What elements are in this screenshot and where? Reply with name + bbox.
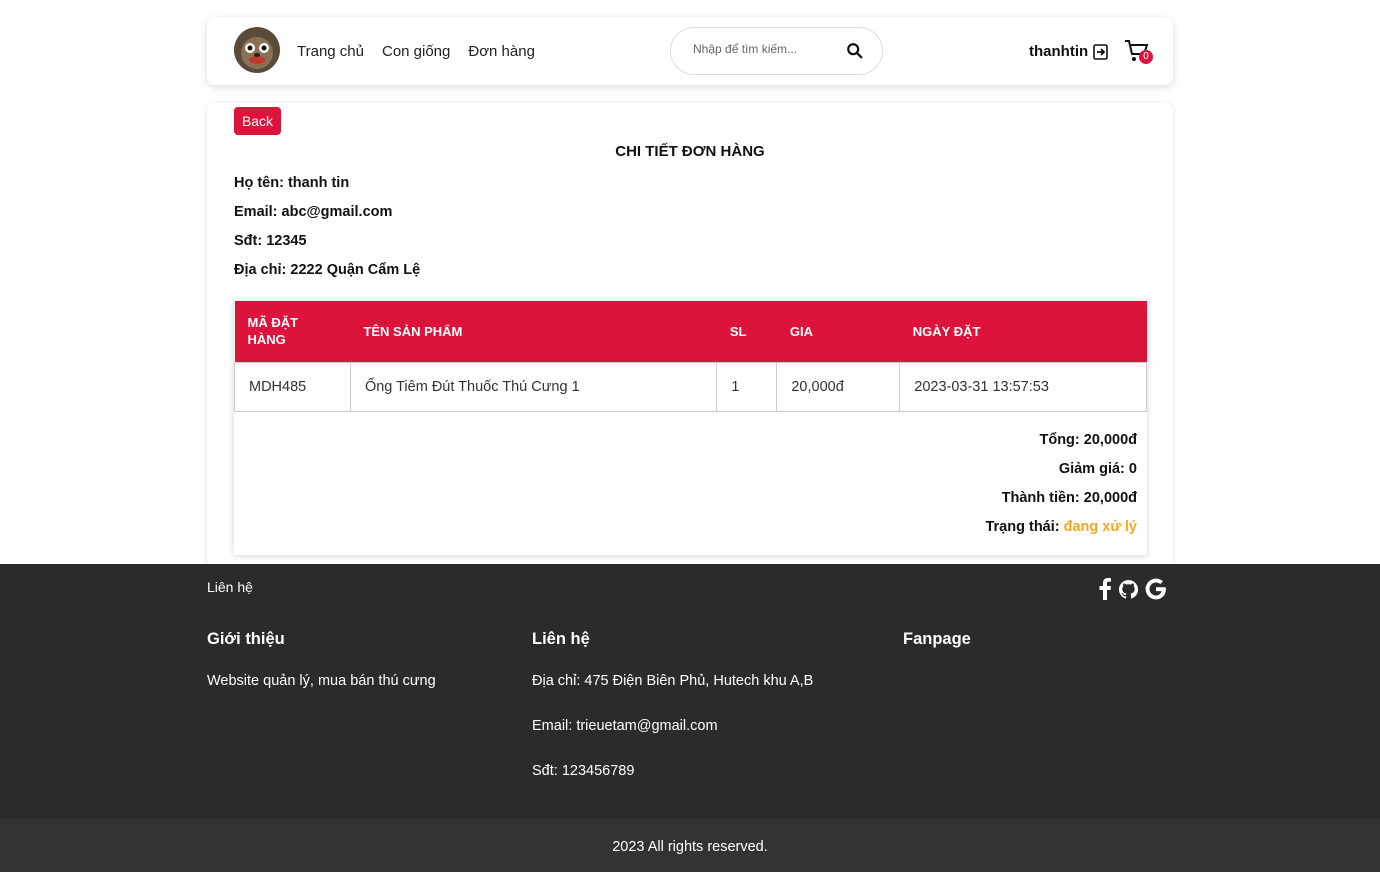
phone-label: Sđt:: [234, 233, 263, 249]
logout-icon[interactable]: [1093, 43, 1109, 60]
social-links: [1098, 578, 1167, 600]
cell-order-date: 2023-03-31 13:57:53: [899, 361, 1147, 412]
contact-phone: Sđt: 123456789: [532, 763, 635, 779]
final-value: 20,000đ: [1083, 490, 1137, 506]
col-product-name: TÊN SẢN PHẨM: [363, 323, 463, 339]
order-table: MÃ ĐẶT HÀNG TÊN SẢN PHẨM SL GIA NGÀY ĐẶT…: [234, 301, 1147, 412]
google-icon[interactable]: [1145, 578, 1167, 600]
logo-avatar[interactable]: [234, 27, 280, 73]
col-quantity: SL: [729, 323, 747, 339]
cell-order-id: MDH485: [234, 361, 351, 412]
copyright-bar: 2023 All rights reserved.: [0, 819, 1380, 872]
table-row: MDH485 Ống Tiêm Đút Thuốc Thú Cưng 1 1 2…: [234, 361, 1147, 412]
user-menu: thanhtin: [1029, 43, 1109, 60]
order-detail-card: Back CHI TIẾT ĐƠN HÀNG Họ tên: thanh tin…: [207, 103, 1173, 573]
total-label: Tổng:: [1039, 432, 1080, 448]
search-icon[interactable]: [846, 42, 864, 60]
github-icon[interactable]: [1118, 579, 1139, 600]
customer-name: Họ tên: thanh tin: [234, 175, 349, 191]
address-label: Địa chỉ:: [234, 262, 287, 278]
total-value: 20,000đ: [1083, 432, 1137, 448]
discount-label: Giảm giá:: [1058, 461, 1125, 477]
footer-contact-link[interactable]: Liên hệ: [207, 579, 253, 595]
email-label: Email:: [234, 204, 278, 220]
table-header-row: MÃ ĐẶT HÀNG TÊN SẢN PHẨM SL GIA NGÀY ĐẶT: [234, 301, 1147, 362]
about-title: Giới thiệu: [207, 630, 285, 648]
about-text: Website quản lý, mua bán thú cưng: [207, 673, 436, 689]
discount-value: 0: [1128, 461, 1137, 477]
phone-value: 12345: [266, 233, 307, 249]
customer-phone: Sđt: 12345: [234, 233, 307, 249]
col-order-id: MÃ ĐẶT HÀNG: [247, 315, 299, 348]
cart-count-badge: 0: [1139, 50, 1153, 64]
page-title: CHI TIẾT ĐƠN HÀNG: [615, 143, 765, 160]
nav-home[interactable]: Trang chủ: [297, 43, 364, 60]
customer-email: Email: abc@gmail.com: [234, 204, 392, 220]
col-order-date: NGÀY ĐẶT: [912, 323, 981, 339]
summary-status: Trạng thái: đang xử lý: [985, 519, 1137, 535]
facebook-icon[interactable]: [1098, 578, 1112, 600]
customer-address: Địa chỉ: 2222 Quận Cẩm Lệ: [234, 262, 420, 278]
col-price: GIA: [789, 323, 813, 339]
email-value: abc@gmail.com: [281, 204, 393, 220]
order-table-panel: MÃ ĐẶT HÀNG TÊN SẢN PHẨM SL GIA NGÀY ĐẶT…: [234, 301, 1147, 555]
main-nav: Trang chủ Con giống Đơn hàng: [297, 43, 535, 60]
contact-email: Email: trieuetam@gmail.com: [532, 718, 718, 734]
cell-price: 20,000đ: [776, 361, 901, 412]
summary-discount: Giảm giá: 0: [1059, 461, 1137, 477]
header-bar: Trang chủ Con giống Đơn hàng thanhtin 0: [207, 17, 1173, 85]
contact-address: Địa chỉ: 475 Điện Biên Phủ, Hutech khu A…: [532, 673, 814, 689]
status-badge: đang xử lý: [1063, 519, 1137, 535]
name-value: thanh tin: [287, 175, 350, 191]
address-value: 2222 Quận Cẩm Lệ: [290, 262, 421, 278]
fanpage-title: Fanpage: [903, 630, 971, 648]
cell-product-name: Ống Tiêm Đút Thuốc Thú Cưng 1: [349, 361, 718, 412]
search-box: [670, 27, 883, 75]
search-input[interactable]: [693, 42, 833, 56]
nav-orders[interactable]: Đơn hàng: [468, 43, 535, 60]
status-label: Trạng thái:: [985, 519, 1060, 535]
nav-breeds[interactable]: Con giống: [382, 43, 450, 60]
cart-button[interactable]: 0: [1124, 39, 1154, 67]
footer: Liên hệ Giới thiệu Website quản lý, mua …: [0, 564, 1380, 819]
cell-quantity: 1: [716, 361, 778, 412]
back-button[interactable]: Back: [234, 107, 281, 135]
username[interactable]: thanhtin: [1029, 43, 1088, 60]
summary-total: Tổng: 20,000đ: [1039, 432, 1137, 448]
final-label: Thành tiền:: [1001, 490, 1080, 506]
name-label: Họ tên:: [234, 175, 284, 191]
contact-title: Liên hệ: [532, 630, 590, 648]
summary-final: Thành tiền: 20,000đ: [1002, 490, 1137, 506]
